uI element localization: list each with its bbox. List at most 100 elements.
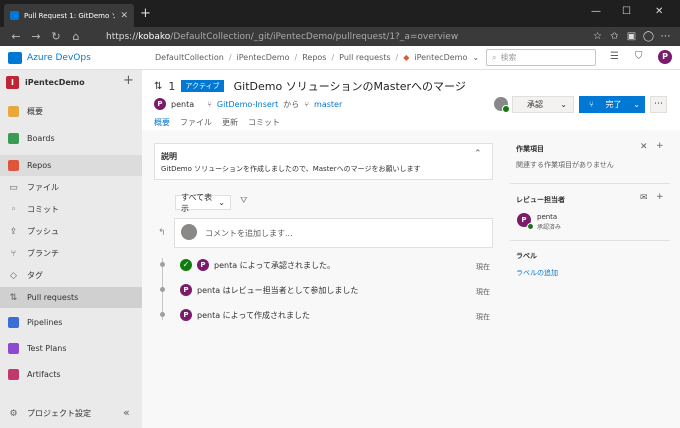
tab-updates[interactable]: 更新 (222, 117, 238, 128)
tab-overview[interactable]: 概要 (154, 117, 170, 128)
approved-check-icon (502, 105, 510, 113)
sidebar-item-test-plans[interactable]: Test Plans (0, 338, 142, 359)
new-tab-button[interactable]: + (140, 6, 151, 21)
approve-label: 承認 (527, 100, 543, 109)
tab-commits[interactable]: コミット (248, 117, 280, 128)
favorite-star-icon[interactable]: ☆ (589, 31, 606, 42)
check-icon: ✓ (180, 259, 192, 271)
home-icon[interactable]: ⌂ (66, 30, 86, 43)
sidebar-item-pull-requests[interactable]: ⇅ Pull requests (0, 287, 142, 308)
forward-icon[interactable]: → (26, 30, 46, 43)
source-branch[interactable]: GitDemo-Insert (217, 100, 278, 109)
sidebar-item-boards[interactable]: Boards (0, 128, 142, 149)
url-field[interactable]: https://kobako/DefaultCollection/_git/iP… (86, 32, 589, 42)
sidebar-item-files[interactable]: ▭ ファイル (0, 177, 142, 198)
breadcrumb-collection[interactable]: DefaultCollection (155, 53, 224, 62)
current-user-avatar (181, 224, 197, 240)
sidebar-item-artifacts[interactable]: Artifacts (0, 364, 142, 385)
brand-name[interactable]: Azure DevOps (27, 53, 155, 63)
complete-label: 完了 (605, 100, 622, 109)
pr-tabs: 概要 ファイル 更新 コミット (154, 117, 280, 128)
favorites-icon[interactable]: ✩ (606, 31, 623, 42)
breadcrumb-repos[interactable]: Repos (302, 53, 326, 62)
reviewers-heading: レビュー担当者 (516, 196, 565, 204)
approve-button[interactable]: 承認 ⌄ (512, 96, 574, 113)
sidebar-item-label: Repos (27, 161, 52, 170)
activity-item: ✓ P penta によって承認されました。 (180, 259, 335, 271)
add-work-item-icon[interactable]: + (656, 141, 664, 151)
profile-icon[interactable]: ◯ (640, 31, 657, 42)
sidebar-item-label: Test Plans (27, 344, 67, 353)
tab-files[interactable]: ファイル (180, 117, 212, 128)
browser-tab[interactable]: Pull Request 1: GitDemo ソリュー ✕ (4, 4, 134, 27)
sidebar-item-overview[interactable]: 概要 (0, 101, 142, 122)
collapse-sidebar-icon[interactable]: « (123, 406, 130, 419)
chevron-down-icon[interactable]: ⌄ (472, 53, 479, 62)
divider (510, 240, 670, 241)
sidebar-item-tags[interactable]: ◇ タグ (0, 265, 142, 286)
url-prefix: https:// (106, 31, 139, 42)
close-icon[interactable]: ✕ (640, 142, 648, 152)
complete-button[interactable]: ⑂ 完了 ⌄ (579, 96, 645, 113)
add-reviewer-icon[interactable]: + (656, 192, 664, 202)
author-avatar: P (154, 98, 166, 110)
right-panel (504, 130, 680, 428)
pr-title[interactable]: GitDemo ソリューションのMasterへのマージ (234, 78, 466, 94)
chevron-down-icon[interactable]: ⌄ (633, 100, 640, 109)
filter-icon[interactable]: ⛛ (240, 196, 248, 206)
sidebar-item-label: プッシュ (27, 227, 59, 236)
chevron-up-icon[interactable]: ⌃ (474, 149, 482, 159)
list-icon[interactable]: ☰ (610, 51, 619, 62)
more-actions-button[interactable]: ⋯ (650, 96, 667, 113)
sidebar-item-branches[interactable]: ⑂ ブランチ (0, 243, 142, 264)
reviewer-name[interactable]: penta (537, 213, 557, 221)
gear-icon: ⚙ (9, 408, 18, 419)
url-path: /DefaultCollection/_git/iPentecDemo/pull… (170, 31, 459, 42)
activity-item: P penta はレビュー担当者として参加しました (180, 284, 358, 296)
sidebar-item-label: ファイル (27, 183, 59, 192)
author-name[interactable]: penta (171, 100, 194, 109)
sidebar-item-commits[interactable]: ◦ コミット (0, 199, 142, 220)
search-input[interactable]: ⌕ 検索 (486, 49, 596, 66)
sidebar-item-label: タグ (27, 271, 43, 280)
labels-heading: ラベル (516, 252, 537, 260)
refresh-icon[interactable]: ↻ (46, 30, 66, 43)
chevron-down-icon: ⌄ (218, 198, 225, 207)
bag-icon[interactable]: ⛉ (635, 51, 643, 62)
sidebar-item-pipelines[interactable]: Pipelines (0, 312, 142, 333)
back-icon[interactable]: ← (6, 30, 26, 43)
breadcrumb-pull-requests[interactable]: Pull requests (339, 53, 390, 62)
target-branch[interactable]: master (314, 100, 342, 109)
activity-filter-dropdown[interactable]: すべて表示 ⌄ (175, 193, 231, 213)
project-header[interactable]: I iPentecDemo (6, 76, 85, 89)
close-tab-icon[interactable]: ✕ (120, 11, 128, 21)
test-plans-icon (8, 343, 19, 354)
user-avatar[interactable]: P (658, 50, 672, 64)
collections-icon[interactable]: ▣ (623, 31, 640, 42)
sidebar-item-project-settings[interactable]: ⚙ プロジェクト設定 (0, 403, 142, 424)
from-word: から (283, 99, 300, 109)
commit-icon: ◦ (10, 204, 17, 215)
minimize-icon[interactable]: — (591, 6, 601, 17)
sidebar-item-pushes[interactable]: ⇪ プッシュ (0, 221, 142, 242)
breadcrumb-repo[interactable]: iPentecDemo (414, 53, 467, 62)
menu-icon[interactable]: ⋯ (657, 31, 674, 42)
azure-devops-favicon (10, 11, 19, 20)
close-window-icon[interactable]: ✕ (655, 6, 663, 17)
maximize-icon[interactable]: ☐ (622, 6, 631, 17)
chevron-down-icon[interactable]: ⌄ (560, 100, 567, 109)
azure-devops-logo (8, 51, 22, 64)
activity-time: 現在 (476, 313, 490, 321)
sidebar-item-label: Boards (27, 134, 55, 143)
add-project-button[interactable]: + (123, 73, 134, 88)
add-label-link[interactable]: ラベルの追加 (516, 268, 558, 278)
breadcrumb-project[interactable]: iPentecDemo (237, 53, 290, 62)
timeline-dot (160, 262, 165, 267)
pull-request-icon: ⇅ (154, 80, 163, 92)
mail-icon[interactable]: ✉ (640, 193, 648, 203)
comment-input[interactable]: コメントを追加します... (205, 228, 293, 239)
address-bar: ← → ↻ ⌂ https://kobako/DefaultCollection… (0, 27, 680, 46)
sidebar-item-repos[interactable]: Repos (0, 155, 142, 176)
activity-time: 現在 (476, 288, 490, 296)
push-icon: ⇪ (9, 226, 18, 237)
